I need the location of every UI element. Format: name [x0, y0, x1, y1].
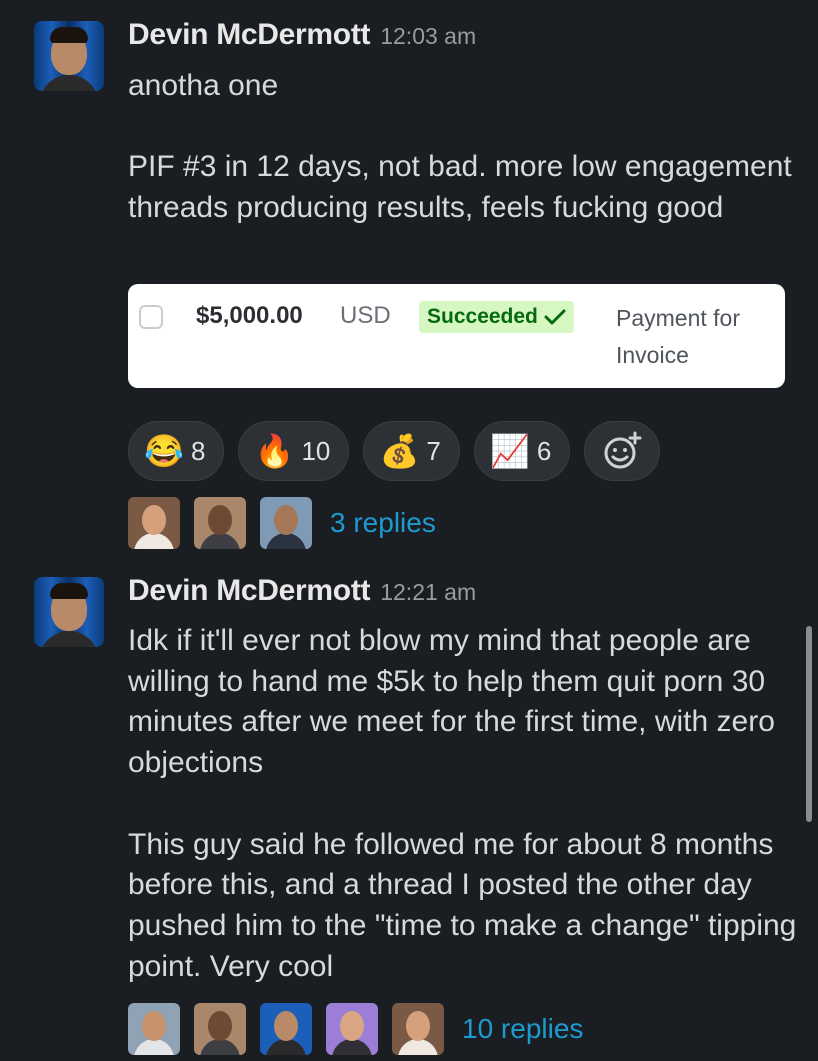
scrollbar[interactable]: [806, 626, 812, 822]
participant-avatar: [260, 1003, 312, 1055]
thread-summary[interactable]: 10 replies: [128, 1003, 583, 1055]
author-avatar[interactable]: [34, 21, 104, 91]
thread-replies-link[interactable]: 10 replies: [462, 1013, 583, 1045]
reaction-fire[interactable]: 🔥 10: [238, 421, 350, 481]
author-avatar[interactable]: [34, 577, 104, 647]
reaction-money-bag[interactable]: 💰 7: [363, 421, 460, 481]
status-badge: Succeeded: [419, 301, 574, 333]
reaction-count: 8: [191, 435, 206, 466]
reaction-count: 6: [536, 435, 552, 466]
laughing-emoji-icon: 😂: [144, 433, 184, 469]
payment-amount: $5,000.00: [196, 302, 303, 329]
reaction-laughing[interactable]: 😂 8: [128, 421, 225, 481]
payment-currency: USD: [340, 302, 391, 329]
author-name[interactable]: Devin McDermott: [128, 574, 371, 608]
status-label: Succeeded: [427, 305, 538, 328]
timestamp[interactable]: 12:03 am: [380, 23, 476, 50]
reaction-bar: 😂 8 🔥 10 💰 7 📈 6: [128, 421, 661, 481]
add-reaction-icon: [604, 431, 642, 469]
author-name[interactable]: Devin McDermott: [128, 18, 371, 52]
row-checkbox[interactable]: [139, 305, 163, 329]
check-icon: [544, 309, 566, 325]
payment-description: Payment for Invoice: [616, 305, 740, 368]
reaction-count: 10: [301, 435, 331, 466]
participant-avatar: [128, 1003, 180, 1055]
fire-emoji-icon: 🔥: [254, 433, 295, 469]
add-reaction-button[interactable]: [584, 421, 661, 481]
message-text: Idk if it'll ever not blow my mind that …: [128, 624, 797, 983]
participant-avatar: [260, 497, 312, 549]
reaction-chart-increasing[interactable]: 📈 6: [473, 421, 571, 481]
chart-increasing-emoji-icon: 📈: [489, 433, 530, 469]
participant-avatar: [128, 497, 180, 549]
timestamp[interactable]: 12:21 am: [380, 579, 476, 606]
reaction-count: 7: [426, 435, 441, 466]
thread-summary[interactable]: 3 replies: [128, 497, 436, 549]
participant-avatar: [326, 1003, 378, 1055]
participant-avatar: [194, 497, 246, 549]
money-bag-emoji-icon: 💰: [379, 433, 420, 469]
payment-attachment[interactable]: $5,000.00 USD Succeeded Payment for Invo…: [128, 284, 785, 388]
participant-avatar: [392, 1003, 444, 1055]
participant-avatar: [194, 1003, 246, 1055]
thread-replies-link[interactable]: 3 replies: [330, 507, 436, 539]
message-text: anotha one PIF #3 in 12 days, not bad. m…: [128, 69, 792, 225]
